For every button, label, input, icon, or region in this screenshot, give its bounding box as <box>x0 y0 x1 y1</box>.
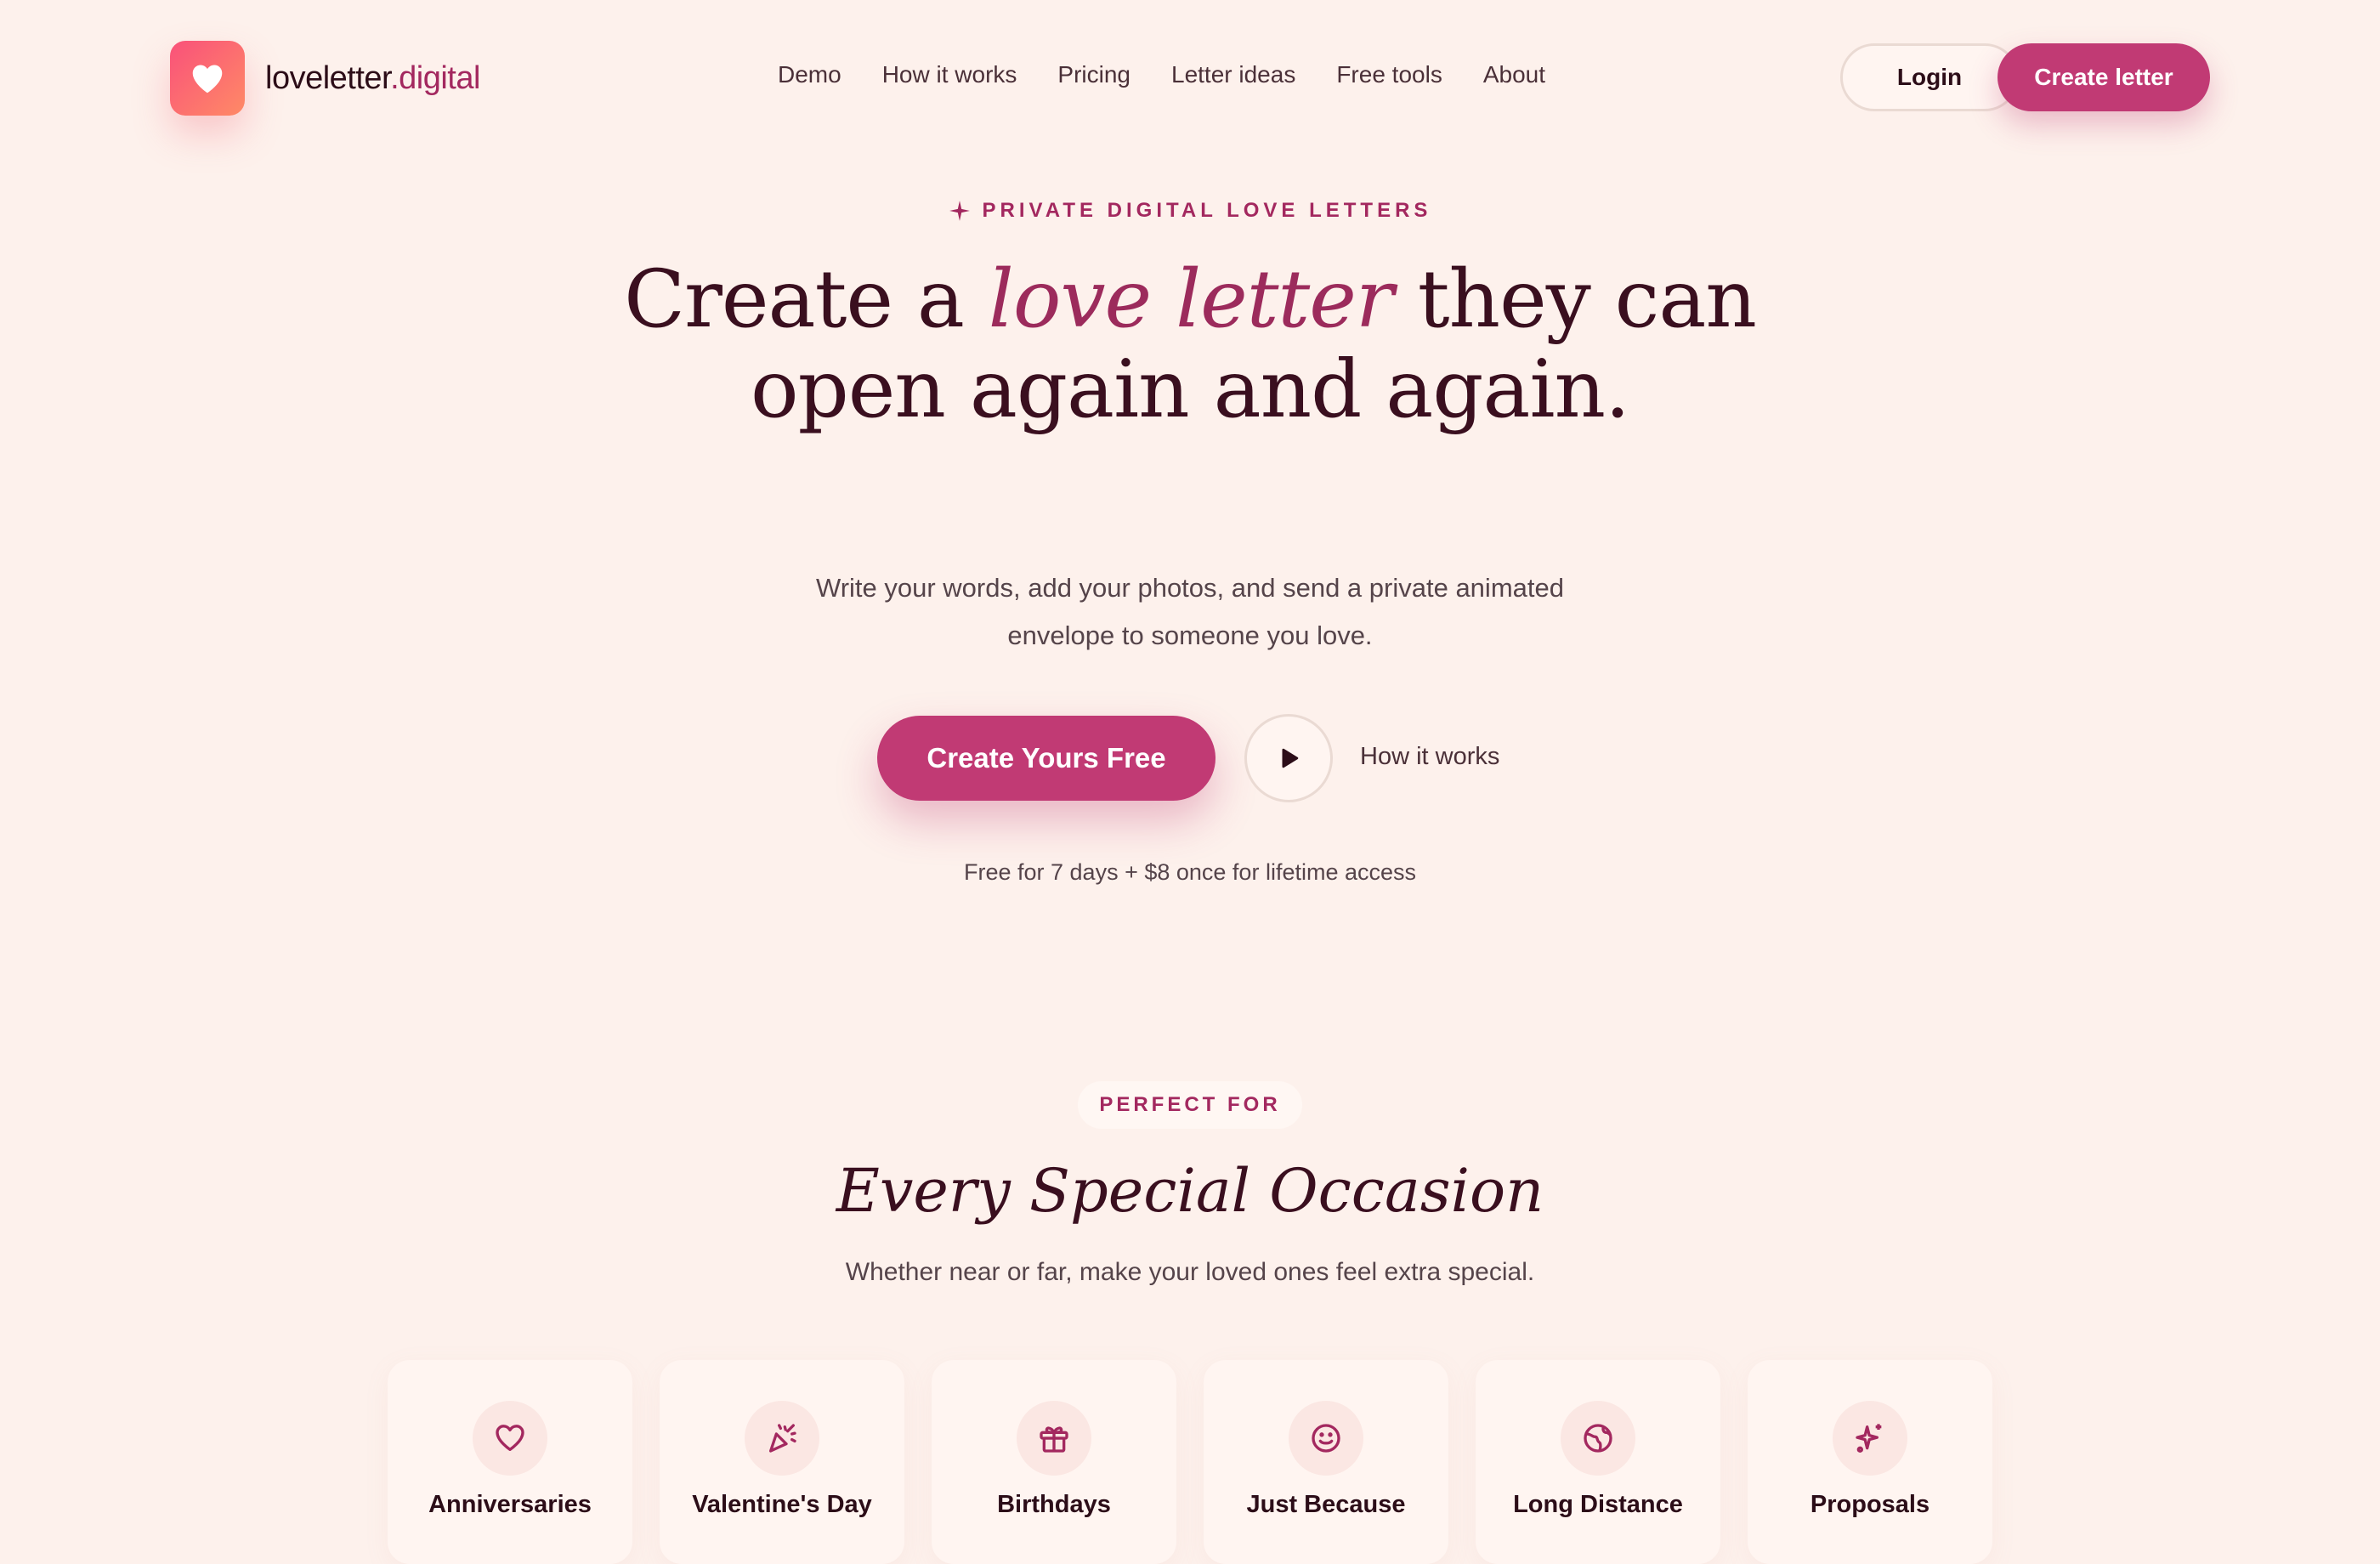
heart-logo-icon <box>170 41 245 116</box>
hero-eyebrow: PRIVATE DIGITAL LOVE LETTERS <box>0 199 2380 223</box>
play-video-button[interactable] <box>1244 714 1333 802</box>
card-label: Birthdays <box>997 1491 1111 1518</box>
brand-name: loveletter.digital <box>265 60 480 96</box>
eyebrow-text: PRIVATE DIGITAL LOVE LETTERS <box>982 199 1432 222</box>
occasion-card-valentines-day[interactable]: Valentine's Day <box>660 1360 904 1564</box>
card-label: Proposals <box>1810 1491 1930 1518</box>
play-icon <box>1282 748 1299 768</box>
hero-subtitle: Write your words, add your photos, and s… <box>816 573 1564 650</box>
hero-title-emphasis: love letter <box>988 253 1394 346</box>
pricing-note: Free for 7 days + $8 once for lifetime a… <box>964 859 1416 885</box>
sparkle-icon <box>949 201 970 221</box>
occasion-card-birthdays[interactable]: Birthdays <box>932 1360 1176 1564</box>
card-label: Just Because <box>1246 1491 1406 1518</box>
occasion-card-just-because[interactable]: Just Because <box>1204 1360 1448 1564</box>
nav-about[interactable]: About <box>1483 61 1545 88</box>
section-title: Every Special Occasion <box>836 1156 1544 1226</box>
section-subtitle: Whether near or far, make your loved one… <box>845 1258 1535 1286</box>
globe-icon <box>1561 1401 1635 1476</box>
nav-how-it-works[interactable]: How it works <box>882 61 1017 88</box>
card-label: Anniversaries <box>428 1491 592 1518</box>
nav-letter-ideas[interactable]: Letter ideas <box>1171 61 1295 88</box>
section-badge: PERFECT FOR <box>1078 1081 1302 1129</box>
hero-title: Create a love letter they can open again… <box>624 253 1757 436</box>
card-label: Valentine's Day <box>692 1491 872 1518</box>
occasion-card-long-distance[interactable]: Long Distance <box>1476 1360 1720 1564</box>
nav-pricing[interactable]: Pricing <box>1057 61 1130 88</box>
brand-logo[interactable]: loveletter.digital <box>170 41 480 116</box>
nav-demo[interactable]: Demo <box>778 61 842 88</box>
party-popper-icon <box>745 1401 819 1476</box>
main-nav: Demo How it works Pricing Letter ideas F… <box>778 61 1545 88</box>
nav-free-tools[interactable]: Free tools <box>1336 61 1442 88</box>
smile-icon <box>1289 1401 1363 1476</box>
card-label: Long Distance <box>1513 1491 1683 1518</box>
occasion-card-proposals[interactable]: Proposals <box>1748 1360 1992 1564</box>
create-yours-free-button[interactable]: Create Yours Free <box>877 716 1216 801</box>
occasion-card-anniversaries[interactable]: Anniversaries <box>388 1360 632 1564</box>
occasion-cards: Anniversaries Valentine's Day Birthdays <box>388 1360 1992 1564</box>
heart-icon <box>473 1401 547 1476</box>
create-letter-button[interactable]: Create letter <box>1998 43 2210 111</box>
sparkles-icon <box>1833 1401 1907 1476</box>
how-it-works-link[interactable]: How it works <box>1360 743 1499 771</box>
login-button[interactable]: Login <box>1840 43 2019 111</box>
gift-icon <box>1017 1401 1091 1476</box>
